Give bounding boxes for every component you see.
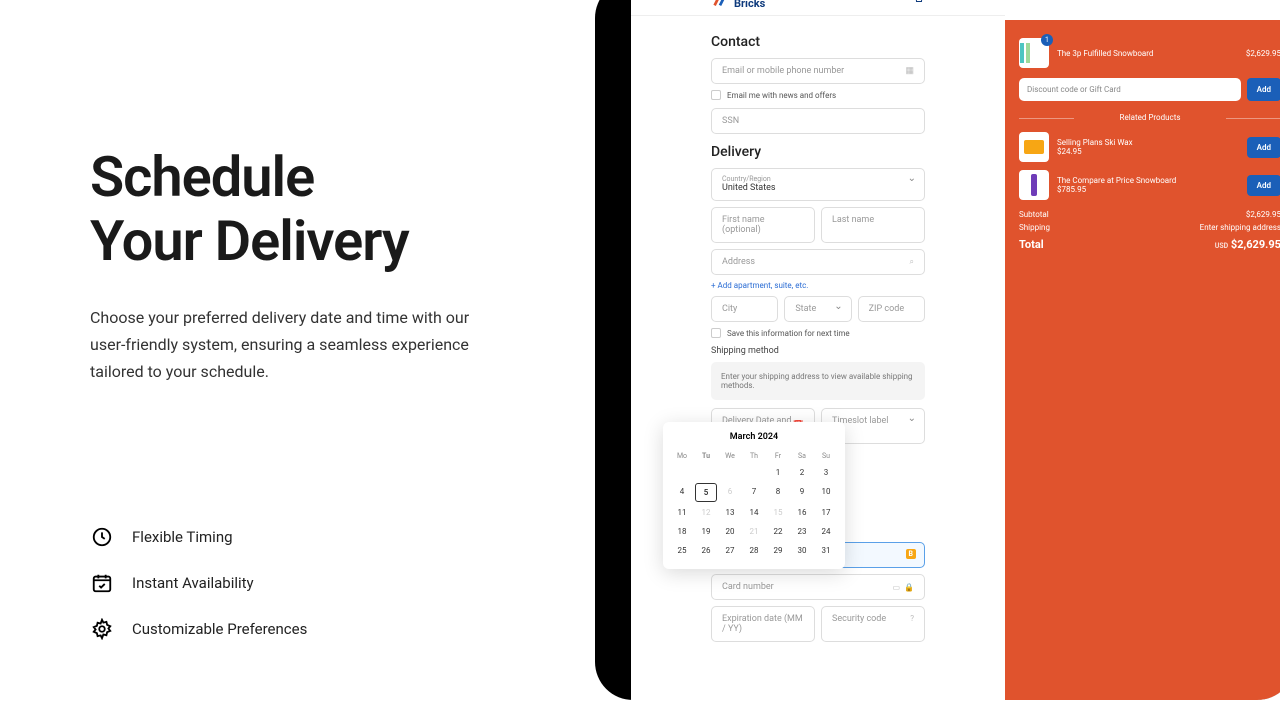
calendar-day[interactable]: 18 (671, 523, 693, 540)
card-number-field[interactable]: Card number ▭ 🔒 (711, 574, 925, 600)
related-product: Selling Plans Ski Wax$24.95 Add (1019, 132, 1280, 162)
calendar-day[interactable]: 4 (671, 483, 693, 502)
product-thumbnail: 1 (1019, 38, 1049, 68)
zip-field[interactable]: ZIP code (858, 296, 925, 322)
country-select[interactable]: Country/Region United States (711, 168, 925, 201)
calendar-day[interactable]: 30 (791, 542, 813, 559)
calendar-day[interactable]: 9 (791, 483, 813, 502)
calendar-day[interactable]: 6 (719, 483, 741, 502)
calendar-day[interactable]: 21 (743, 523, 765, 540)
calendar-day[interactable]: 10 (815, 483, 837, 502)
page-description: Choose your preferred delivery date and … (90, 304, 470, 386)
card-icon: ▭ (892, 583, 900, 592)
feature-customizable-prefs: Customizable Preferences (90, 617, 307, 641)
calendar-day[interactable]: 11 (671, 504, 693, 521)
tablet-frame: CheckoutBricks Contact Email or mobile p… (595, 0, 1280, 700)
contact-heading: Contact (711, 34, 925, 50)
news-checkbox[interactable]: Email me with news and offers (711, 90, 925, 100)
add-apartment-link[interactable]: + Add apartment, suite, etc. (711, 281, 925, 290)
address-field[interactable]: Address ⌕ (711, 249, 925, 275)
calendar-day[interactable]: 8 (767, 483, 789, 502)
calendar-day[interactable]: 26 (695, 542, 717, 559)
calendar-day (695, 464, 717, 481)
calendar-day[interactable]: 31 (815, 542, 837, 559)
clock-icon (90, 525, 114, 549)
calendar-month: March 2024 (671, 432, 837, 442)
first-name-field[interactable]: First name (optional) (711, 207, 815, 243)
calendar-day[interactable]: 3 (815, 464, 837, 481)
calendar-day-header: Sa (791, 450, 813, 462)
delivery-heading: Delivery (711, 144, 925, 160)
calendar-day[interactable]: 12 (695, 504, 717, 521)
calendar-day-header: Su (815, 450, 837, 462)
last-name-field[interactable]: Last name (821, 207, 925, 243)
calendar-day[interactable]: 27 (719, 542, 741, 559)
calendar-day[interactable]: 23 (791, 523, 813, 540)
lock-icon: 🔒 (904, 583, 914, 592)
calendar-day[interactable]: 25 (671, 542, 693, 559)
calendar-day[interactable]: 1 (767, 464, 789, 481)
email-field[interactable]: Email or mobile phone number ▦ (711, 58, 925, 84)
related-product: The Compare at Price Snowboard$785.95 Ad… (1019, 170, 1280, 200)
order-summary: 1 The 3p Fulfilled Snowboard $2,629.95 D… (1005, 20, 1280, 700)
shipping-method-heading: Shipping method (711, 346, 925, 356)
calendar-day-header: Th (743, 450, 765, 462)
calendar-day[interactable]: 15 (767, 504, 789, 521)
calendar-day[interactable]: 13 (719, 504, 741, 521)
calendar-day (743, 464, 765, 481)
calendar-day[interactable]: 29 (767, 542, 789, 559)
city-field[interactable]: City (711, 296, 778, 322)
expiration-field[interactable]: Expiration date (MM / YY) (711, 606, 815, 642)
product-thumbnail (1019, 170, 1049, 200)
calendar-day[interactable]: 24 (815, 523, 837, 540)
apply-discount-button[interactable]: Add (1247, 78, 1280, 101)
calendar-day-header: Fr (767, 450, 789, 462)
cart-item: 1 The 3p Fulfilled Snowboard $2,629.95 (1019, 38, 1280, 68)
related-products-heading: Related Products (1019, 113, 1280, 122)
calendar-day-header: Tu (695, 450, 717, 462)
calendar-day[interactable]: 7 (743, 483, 765, 502)
calendar-day[interactable]: 17 (815, 504, 837, 521)
shipping-method-msg: Enter your shipping address to view avai… (711, 362, 925, 400)
calendar-day[interactable]: 19 (695, 523, 717, 540)
gear-icon (90, 617, 114, 641)
state-select[interactable]: State (784, 296, 851, 322)
page-title: Schedule Your Delivery (90, 145, 570, 274)
add-related-button[interactable]: Add (1247, 175, 1280, 196)
calendar-day-header: Mo (671, 450, 693, 462)
feature-flexible-timing: Flexible Timing (90, 525, 307, 549)
discount-code-field[interactable]: Discount code or Gift Card (1019, 78, 1241, 101)
help-icon[interactable]: ? (910, 614, 914, 634)
search-icon: ⌕ (910, 257, 914, 267)
date-picker-popup[interactable]: March 2024 MoTuWeThFrSaSu123456789101112… (663, 422, 845, 569)
calendar-day[interactable]: 22 (767, 523, 789, 540)
calendar-day[interactable]: 2 (791, 464, 813, 481)
calendar-day-header: We (719, 450, 741, 462)
brand-logo: CheckoutBricks (711, 0, 768, 9)
calendar-day[interactable]: 28 (743, 542, 765, 559)
calendar-day (671, 464, 693, 481)
keyboard-icon: ▦ (905, 66, 914, 76)
badge-icon: B (906, 549, 916, 559)
calendar-day[interactable]: 14 (743, 504, 765, 521)
save-info-checkbox[interactable]: Save this information for next time (711, 328, 925, 338)
feature-instant-availability: Instant Availability (90, 571, 307, 595)
qty-badge: 1 (1041, 34, 1053, 46)
calendar-day (719, 464, 741, 481)
cart-icon[interactable] (913, 0, 925, 7)
security-code-field[interactable]: Security code ? (821, 606, 925, 642)
calendar-day[interactable]: 16 (791, 504, 813, 521)
calendar-check-icon (90, 571, 114, 595)
ssn-field[interactable]: SSN (711, 108, 925, 134)
add-related-button[interactable]: Add (1247, 137, 1280, 158)
calendar-day[interactable]: 5 (695, 483, 717, 502)
product-thumbnail (1019, 132, 1049, 162)
calendar-day[interactable]: 20 (719, 523, 741, 540)
